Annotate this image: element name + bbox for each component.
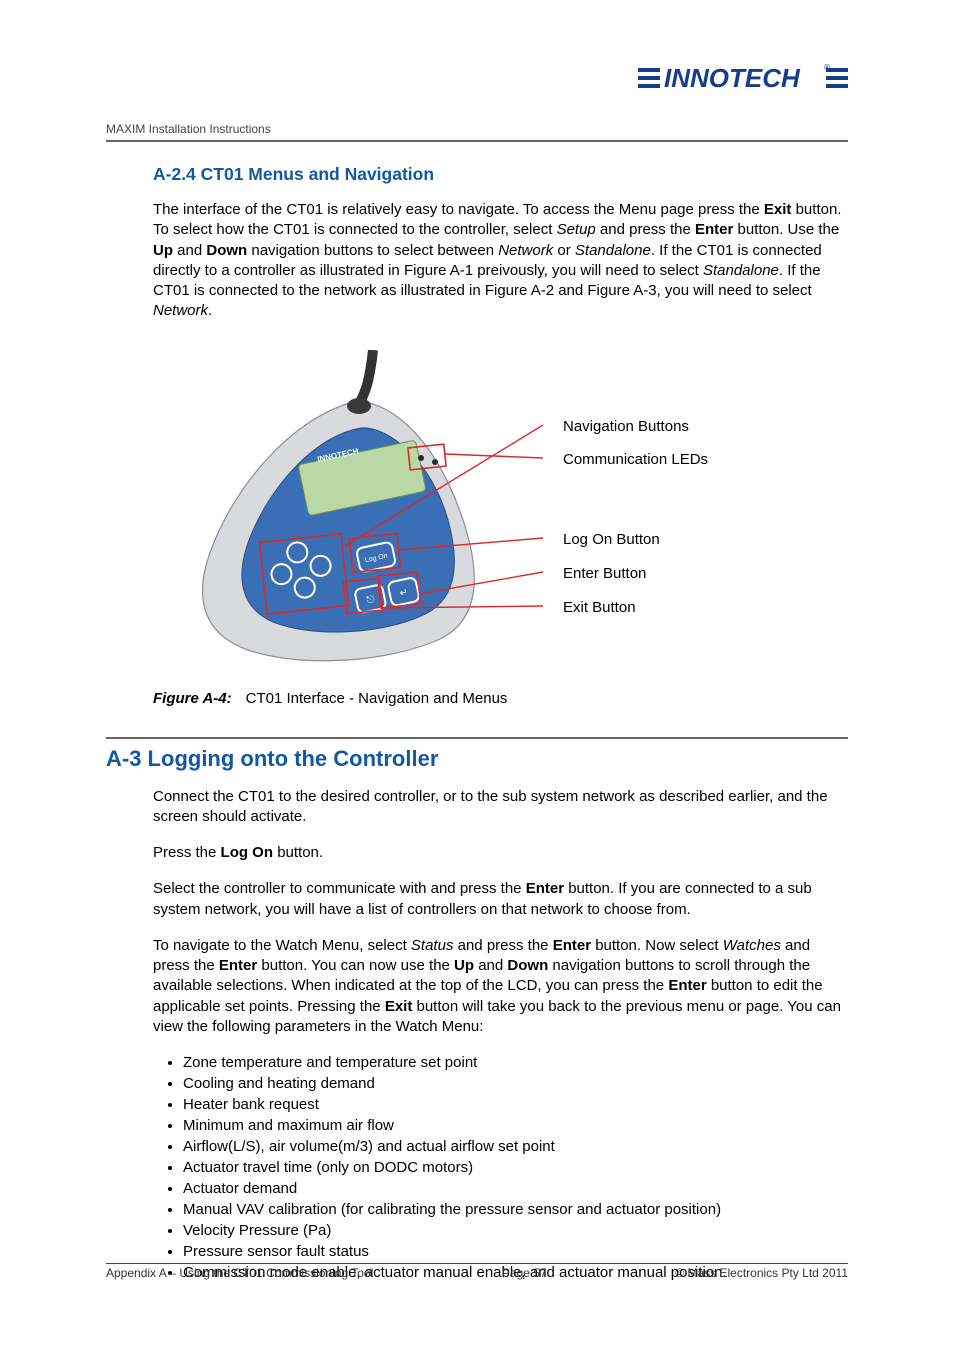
footer-left: Appendix A – Using the CT01 Commissionin… [106,1266,373,1280]
list-item: Actuator demand [183,1178,848,1199]
paragraph-a3-3: Select the controller to communicate wit… [153,879,848,920]
heading-a-2-4: A-2.4 CT01 Menus and Navigation [153,164,848,185]
figure-label-exit-button: Exit Button [563,599,636,616]
figure-label-logon-button: Log On Button [563,531,660,548]
paragraph-a3-1: Connect the CT01 to the desired controll… [153,787,848,828]
list-item: Zone temperature and temperature set poi… [183,1052,848,1073]
paragraph-a24: The interface of the CT01 is relatively … [153,200,848,322]
list-item: Velocity Pressure (Pa) [183,1220,848,1241]
heading-a-3: A-3 Logging onto the Controller [106,746,848,772]
list-item: Heater bank request [183,1094,848,1115]
page-footer: Appendix A – Using the CT01 Commissionin… [106,1263,848,1280]
footer-right: © Mass Electronics Pty Ltd 2011 [675,1266,848,1280]
brand-logo-text: INNOTECH [664,63,801,93]
doc-title: MAXIM Installation Instructions [106,122,848,142]
list-item: Cooling and heating demand [183,1073,848,1094]
figure-caption: Figure A-4:CT01 Interface - Navigation a… [153,690,848,707]
watch-menu-list: Zone temperature and temperature set poi… [153,1052,848,1283]
paragraph-a3-2: Press the Log On button. [153,843,848,863]
list-item: Airflow(L/S), air volume(m/3) and actual… [183,1136,848,1157]
footer-center: Page 57 [502,1266,547,1280]
figure-label-navigation-buttons: Navigation Buttons [563,418,689,435]
figure-label-enter-button: Enter Button [563,565,646,582]
list-item: Actuator travel time (only on DODC motor… [183,1157,848,1178]
list-item: Manual VAV calibration (for calibrating … [183,1199,848,1220]
list-item: Minimum and maximum air flow [183,1115,848,1136]
list-item: Pressure sensor fault status [183,1241,848,1262]
figure-label-communication-leds: Communication LEDs [563,451,708,468]
brand-logo: INNOTECH ® [638,60,848,101]
svg-text:®: ® [824,63,830,72]
paragraph-a3-4: To navigate to the Watch Menu, select St… [153,936,848,1037]
figure-a4: INNOTECH Log On ⎋ ↵ [153,350,848,680]
